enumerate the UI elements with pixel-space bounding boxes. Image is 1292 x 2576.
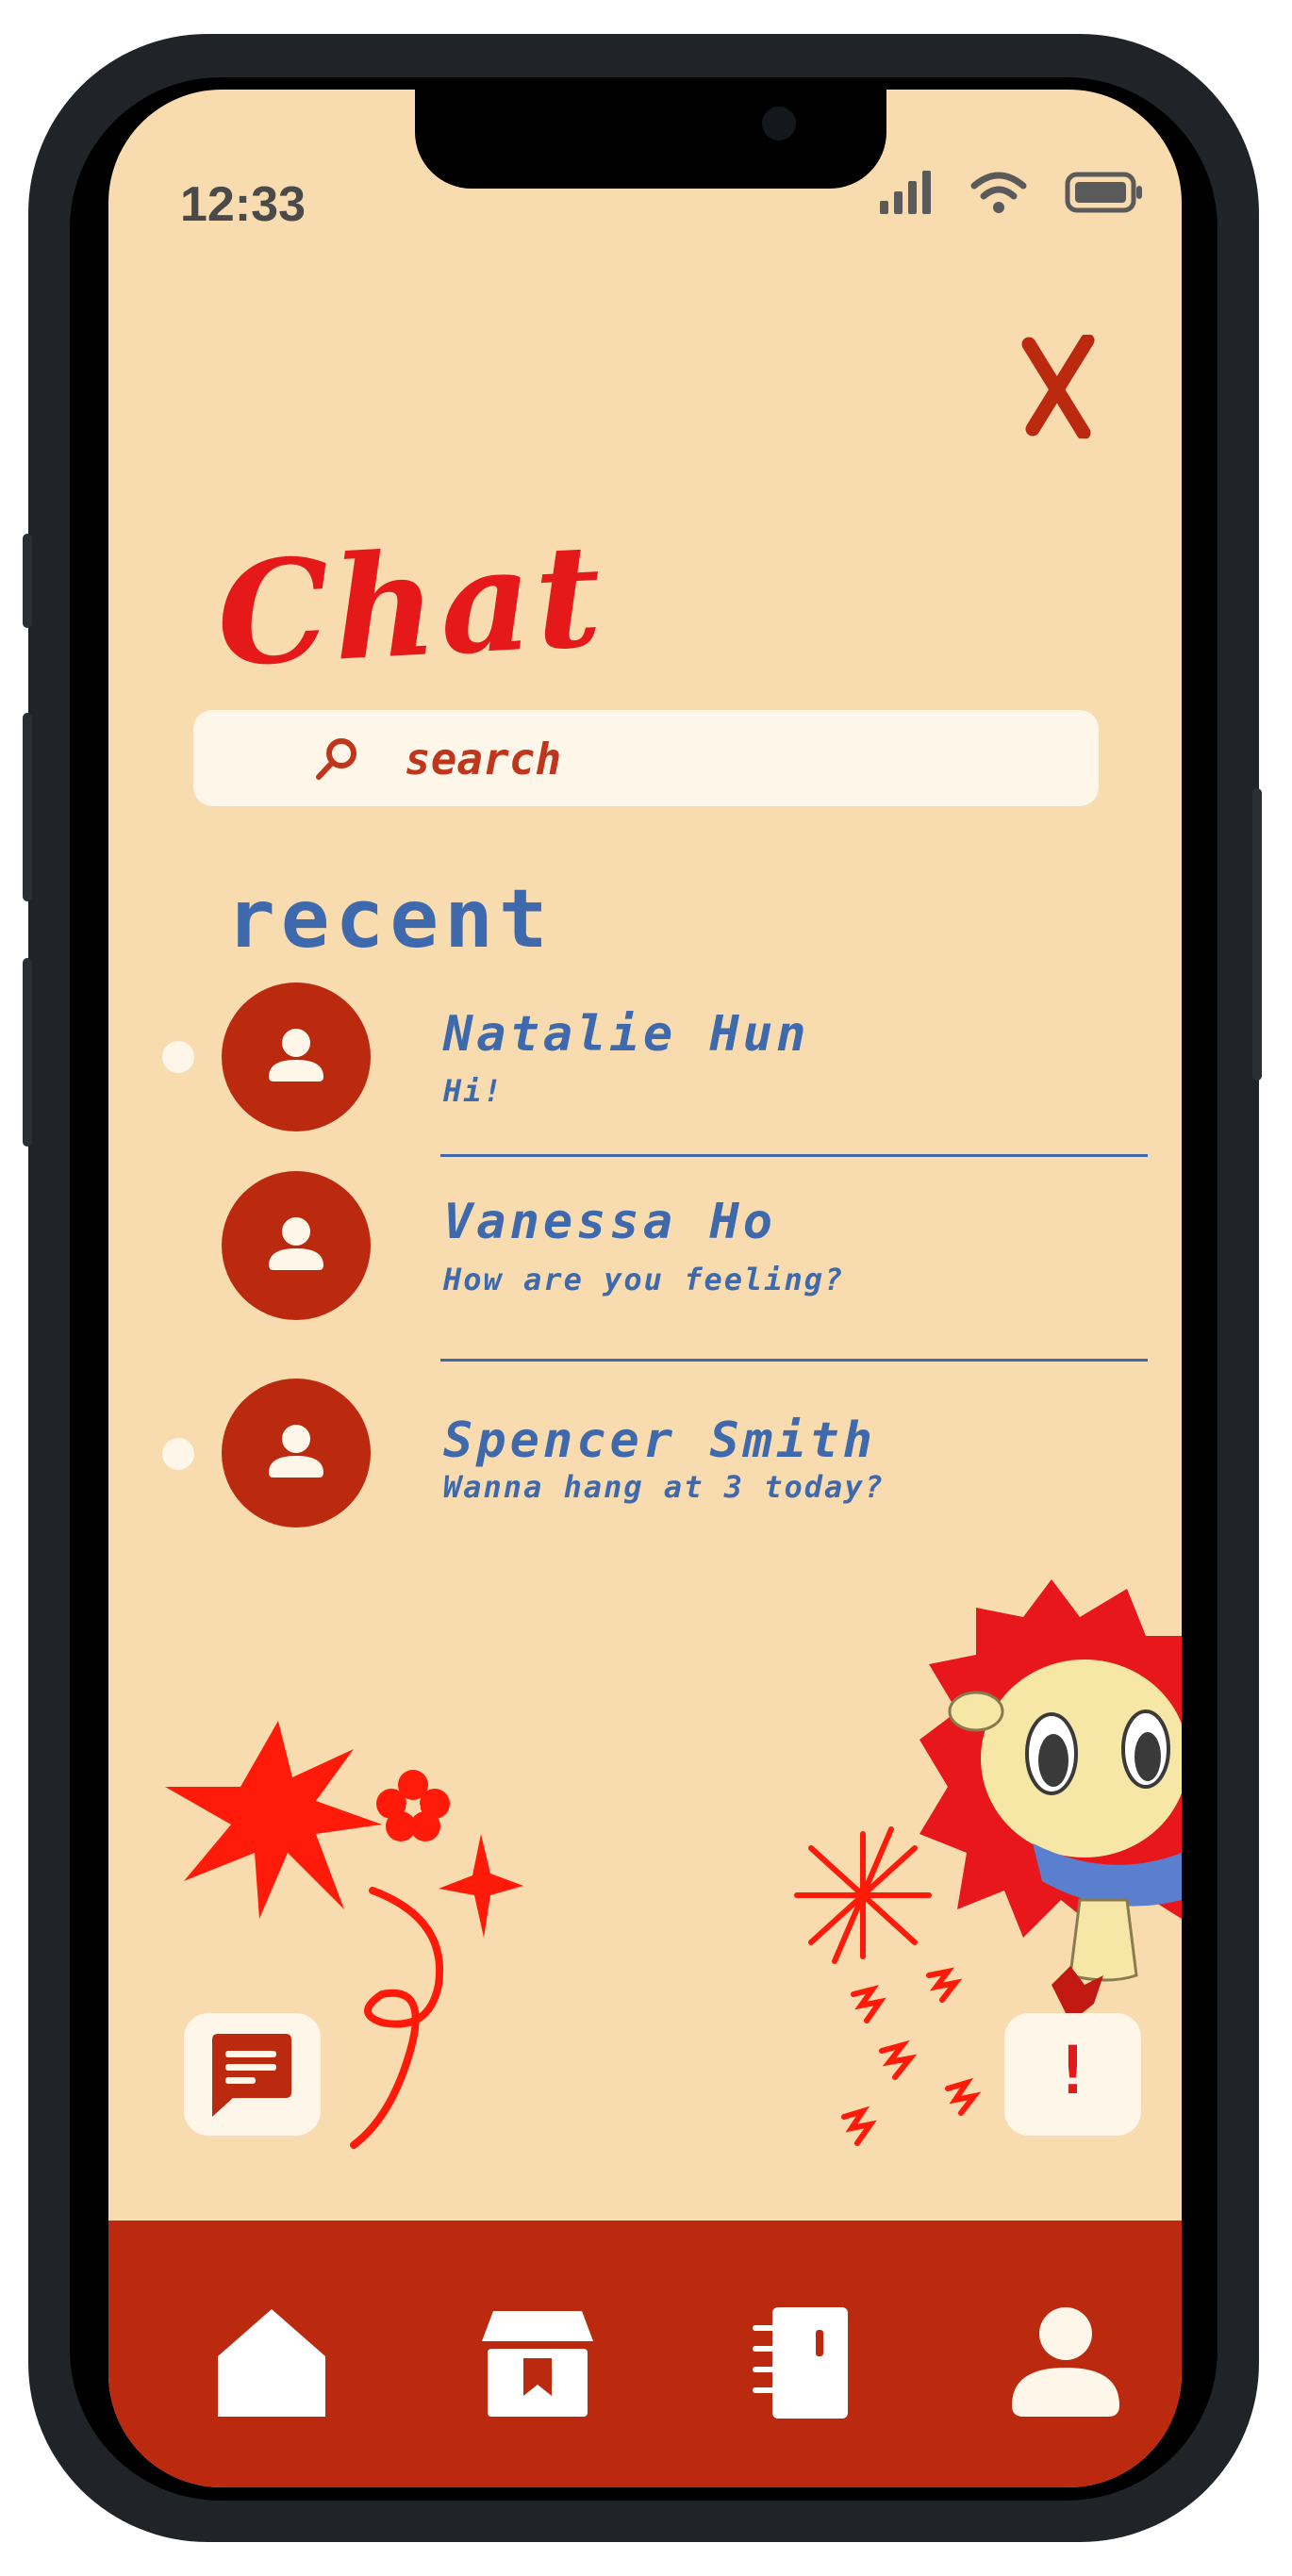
contact-name: Spencer Smith — [443, 1412, 876, 1469]
contact-name: Vanessa Ho — [443, 1194, 777, 1250]
shop-icon — [482, 2311, 593, 2417]
battery-icon — [1065, 172, 1142, 213]
power-button — [1252, 788, 1262, 1081]
avatar — [222, 1379, 371, 1527]
recent-heading: recent — [226, 872, 554, 966]
status-icons — [880, 171, 1144, 214]
alert-label: ! — [1052, 2032, 1093, 2109]
volume-down-button — [23, 958, 32, 1147]
app-screen: 12:33 Chat recent — [108, 90, 1182, 2487]
front-camera — [762, 107, 796, 140]
nav-shop[interactable] — [476, 2302, 599, 2424]
signal-icon — [880, 171, 931, 214]
person-icon — [269, 1425, 323, 1478]
divider — [440, 1154, 1148, 1157]
search-input[interactable] — [403, 727, 972, 791]
close-icon — [1021, 333, 1095, 440]
person-icon — [269, 1217, 323, 1270]
alert-button[interactable]: ! — [1004, 2013, 1141, 2136]
nav-profile[interactable] — [1004, 2302, 1127, 2424]
burst-doodle — [794, 1826, 932, 1964]
wifi-icon — [970, 172, 1027, 213]
person-icon — [269, 1029, 323, 1082]
status-time: 12:33 — [180, 177, 306, 232]
unread-indicator — [162, 1438, 194, 1470]
page-title: Chat — [212, 512, 609, 699]
bottom-nav — [108, 2221, 1182, 2487]
search-bar[interactable] — [193, 710, 1099, 806]
flower-doodle — [376, 1770, 450, 1841]
avatar — [222, 983, 371, 1131]
close-button[interactable] — [1016, 333, 1101, 440]
home-icon — [218, 2309, 325, 2417]
message-preview: Wanna hang at 3 today? — [443, 1469, 885, 1505]
message-preview: How are you feeling? — [443, 1262, 845, 1297]
profile-icon — [1012, 2307, 1119, 2417]
squiggle-doodle — [350, 1887, 444, 2149]
chat-item-natalie-hun[interactable]: Natalie Hun Hi! — [108, 981, 1182, 1150]
notch — [415, 90, 886, 189]
search-icon — [316, 738, 356, 780]
message-preview: Hi! — [443, 1073, 504, 1109]
mute-switch — [23, 534, 32, 628]
nav-notebook[interactable] — [740, 2302, 863, 2424]
chat-item-spencer-smith[interactable]: Spencer Smith Wanna hang at 3 today? — [108, 1377, 1182, 1546]
notebook-icon — [753, 2307, 848, 2419]
lion-mascot-illustration — [919, 1579, 1182, 2023]
divider — [440, 1359, 1148, 1362]
message-icon — [212, 2034, 291, 2117]
chat-item-vanessa-ho[interactable]: Vanessa Ho How are you feeling? — [108, 1169, 1182, 1339]
unread-indicator — [162, 1041, 194, 1073]
avatar — [222, 1171, 371, 1320]
nav-home[interactable] — [210, 2302, 333, 2424]
volume-up-button — [23, 713, 32, 901]
new-message-button[interactable] — [184, 2013, 321, 2136]
contact-name: Natalie Hun — [443, 1006, 810, 1063]
